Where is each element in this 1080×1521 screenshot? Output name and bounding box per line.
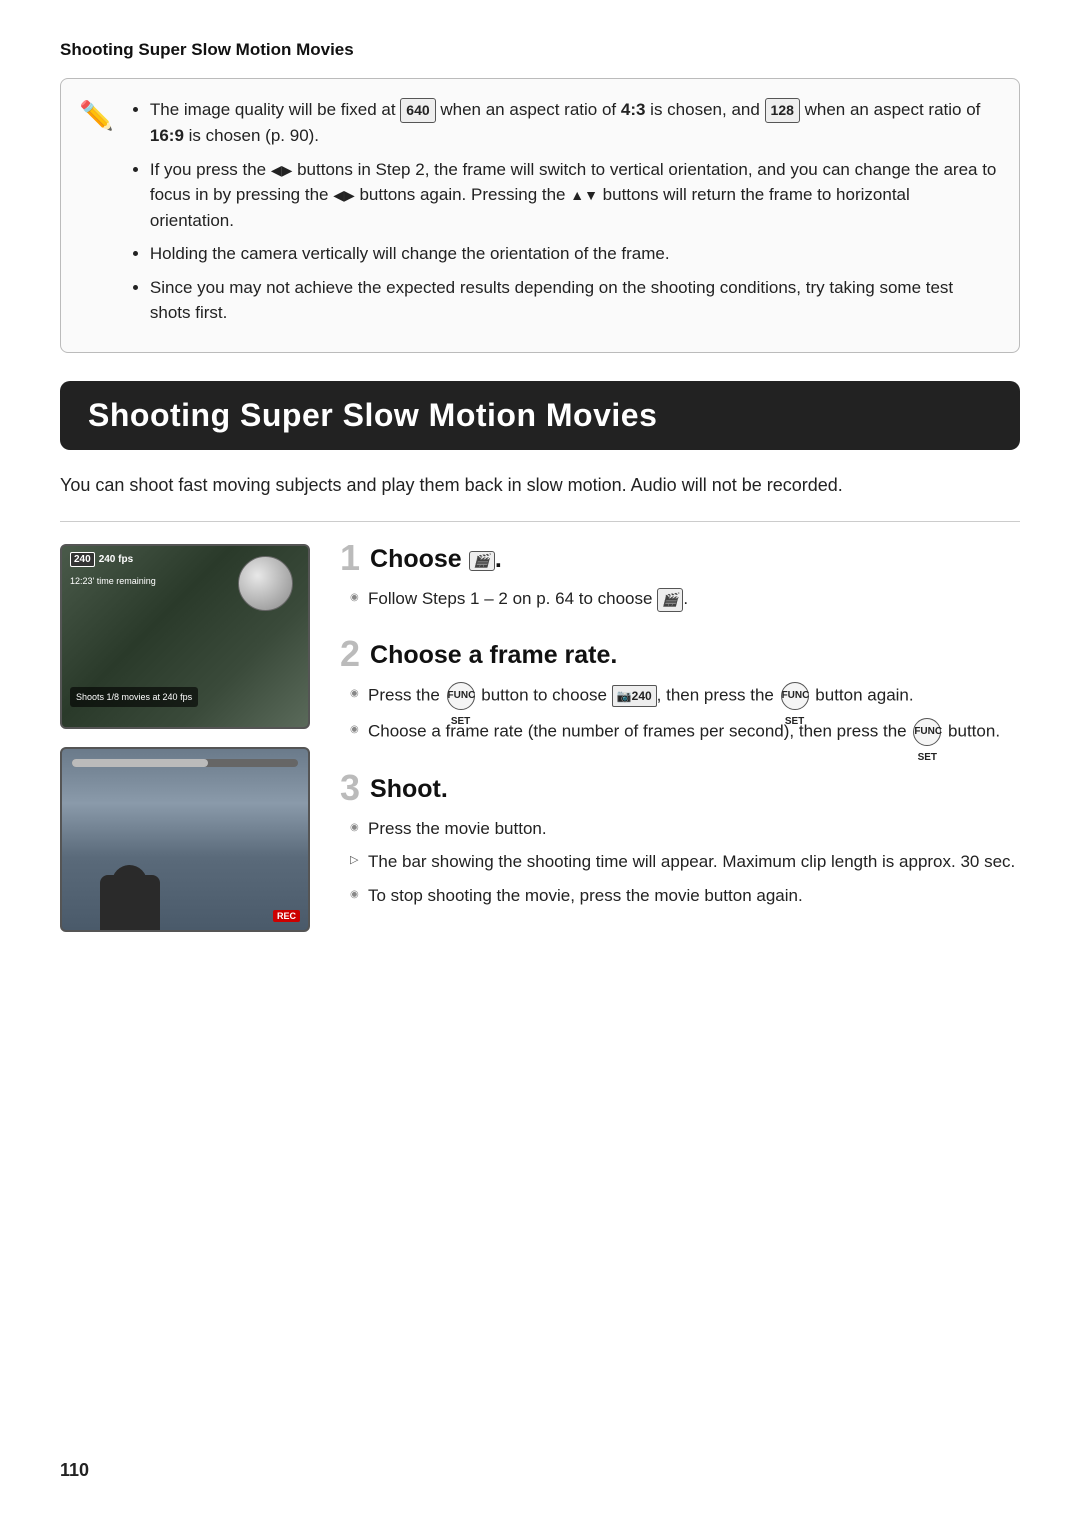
top-header: Shooting Super Slow Motion Movies [60, 40, 1020, 60]
section-title-box: Shooting Super Slow Motion Movies [60, 381, 1020, 450]
intro-text: You can shoot fast moving subjects and p… [60, 472, 1020, 500]
step-1-number: 1 [340, 540, 360, 576]
note-bullet-2: If you press the ◀▶ buttons in Step 2, t… [150, 157, 997, 234]
fps-label: 240 fps [99, 554, 133, 565]
step-2-title: Choose a frame rate. [370, 640, 617, 670]
note-bullet-4: Since you may not achieve the expected r… [150, 275, 997, 326]
step-3: 3 Shoot. Press the movie button. The bar… [340, 774, 1020, 909]
step-2-bullet-1: Press the FUNCSET button to choose 📷240,… [350, 682, 1020, 710]
content-area: 240 240 fps 12:23' time remaining Shoots… [60, 544, 1020, 936]
camera-screen-1: 240 240 fps 12:23' time remaining Shoots… [60, 544, 310, 729]
step-3-number: 3 [340, 770, 360, 806]
step-1: 1 Choose 🎬. Follow Steps 1 – 2 on p. 64 … [340, 544, 1020, 612]
divider [60, 521, 1020, 522]
time-label: 12:23' time remaining [70, 576, 156, 586]
step-3-bullets: Press the movie button. The bar showing … [340, 816, 1020, 909]
note-content: The image quality will be fixed at 640 w… [128, 97, 997, 334]
step-2-number: 2 [340, 636, 360, 672]
camera1-info: Shoots 1/8 movies at 240 fps [70, 687, 198, 708]
step-3-bullet-3: To stop shooting the movie, press the mo… [350, 883, 1020, 909]
page-number: 110 [60, 1460, 89, 1481]
rec-badge: REC [273, 910, 300, 922]
note-box: ✏️ The image quality will be fixed at 64… [60, 78, 1020, 353]
step-2-bullet-2: Choose a frame rate (the number of frame… [350, 718, 1020, 746]
left-images: 240 240 fps 12:23' time remaining Shoots… [60, 544, 310, 936]
step-1-bullet-1: Follow Steps 1 – 2 on p. 64 to choose 🎬. [350, 586, 1020, 612]
section-title: Shooting Super Slow Motion Movies [88, 397, 992, 434]
step-3-title: Shoot. [370, 774, 448, 804]
step-3-bullet-1: Press the movie button. [350, 816, 1020, 842]
step-1-bullets: Follow Steps 1 – 2 on p. 64 to choose 🎬. [340, 586, 1020, 612]
note-bullet-1: The image quality will be fixed at 640 w… [150, 97, 997, 149]
step-2: 2 Choose a frame rate. Press the FUNCSET… [340, 640, 1020, 746]
step-1-title: Choose 🎬. [370, 544, 502, 574]
note-bullet-3: Holding the camera vertically will chang… [150, 241, 997, 267]
step-2-bullets: Press the FUNCSET button to choose 📷240,… [340, 682, 1020, 746]
note-pencil-icon: ✏️ [79, 99, 114, 334]
right-steps: 1 Choose 🎬. Follow Steps 1 – 2 on p. 64 … [340, 544, 1020, 936]
camera-screen-2: REC [60, 747, 310, 932]
step-3-bullet-2: The bar showing the shooting time will a… [350, 849, 1020, 875]
